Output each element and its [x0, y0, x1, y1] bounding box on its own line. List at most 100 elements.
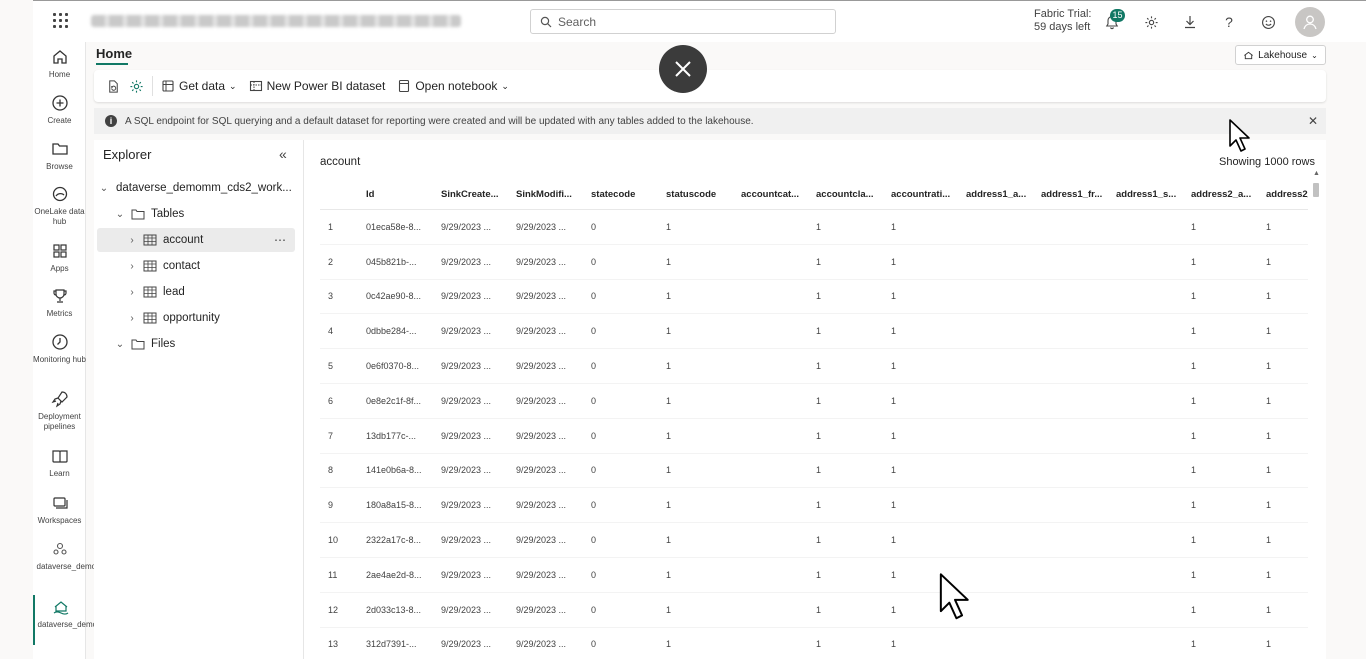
table-cell: 1: [666, 361, 672, 372]
chevron-right-icon[interactable]: ›: [125, 235, 139, 246]
tree-item-table-account[interactable]: › account ⋯: [97, 228, 295, 252]
rail-item-browse[interactable]: Browse: [33, 139, 86, 172]
open-notebook-button[interactable]: Open notebook ⌄: [393, 74, 513, 98]
rail-item-learn[interactable]: Learn: [33, 446, 86, 479]
app-launcher-icon[interactable]: [53, 13, 69, 29]
tree-item-files[interactable]: ⌄ Files: [97, 332, 295, 356]
scroll-thumb[interactable]: [1313, 183, 1319, 197]
rail-item-create[interactable]: Create: [33, 93, 86, 126]
help-icon[interactable]: ?: [1219, 12, 1239, 32]
chevron-right-icon[interactable]: ›: [125, 261, 139, 272]
column-header[interactable]: Id: [366, 180, 436, 209]
column-header[interactable]: [320, 180, 360, 209]
table-row[interactable]: 5 0e6f0370-8... 9/29/2023 ... 9/29/2023 ...…: [320, 349, 1308, 384]
scroll-up-arrow-icon[interactable]: ▲: [1313, 170, 1320, 177]
column-header[interactable]: accountcat...: [741, 180, 811, 209]
table-cell: [1041, 245, 1111, 279]
avatar[interactable]: [1295, 7, 1325, 37]
home-icon: [52, 50, 67, 64]
settings-button[interactable]: [125, 74, 148, 98]
close-icon[interactable]: ✕: [1308, 114, 1318, 128]
column-header[interactable]: SinkCreate...: [441, 180, 511, 209]
table-row[interactable]: 8 141e0b6a-8... 9/29/2023 ... 9/29/2023 ...…: [320, 454, 1308, 489]
chevron-down-icon[interactable]: ⌄: [113, 339, 127, 350]
table-row[interactable]: 3 0c42ae90-8... 9/29/2023 ... 9/29/2023 ...…: [320, 280, 1308, 315]
table-cell: [1116, 593, 1186, 627]
table-row[interactable]: 9 180a8a15-8... 9/29/2023 ... 9/29/2023 ...…: [320, 488, 1308, 524]
chevron-down-icon[interactable]: ⌄: [97, 183, 111, 194]
table-cell: 1: [891, 535, 897, 546]
gear-icon[interactable]: [1141, 12, 1161, 32]
tree-item-lakehouse-root[interactable]: ⌄ dataverse_demomm_cds2_work...: [97, 176, 295, 200]
lakehouse-app: Search Fabric Trial: 59 days left 15 ? H…: [0, 0, 1366, 659]
tree-item-table-contact[interactable]: › contact: [97, 254, 295, 278]
trial-status[interactable]: Fabric Trial: 59 days left: [1034, 8, 1091, 34]
column-header[interactable]: statecode: [591, 180, 661, 209]
table-row[interactable]: 10 2322a17c-8... 9/29/2023 ... 9/29/2023 ..…: [320, 523, 1308, 558]
close-overlay-button[interactable]: [659, 45, 707, 93]
row-number: 3: [328, 291, 334, 302]
rail-item-onelake[interactable]: OneLake data hub: [33, 184, 86, 227]
table-row[interactable]: 6 0e8e2c1f-8f... 9/29/2023 ... 9/29/2023 ..…: [320, 384, 1308, 419]
column-header[interactable]: address2_: [1266, 180, 1308, 209]
table-row[interactable]: 7 13db177c-... 9/29/2023 ... 9/29/2023 ... 0…: [320, 419, 1308, 454]
chevron-right-icon[interactable]: ›: [125, 313, 139, 324]
column-header[interactable]: accountcla...: [816, 180, 886, 209]
table-cell: 1: [816, 604, 822, 615]
rail-label: OneLake data hub: [34, 207, 85, 226]
chevron-down-icon[interactable]: ⌄: [113, 209, 127, 220]
rail-item-workspace[interactable]: dataverse_demomm_c...: [33, 539, 125, 572]
table-cell: 1: [816, 361, 822, 372]
table-cell: 1: [666, 395, 672, 406]
collapse-pane-icon[interactable]: «: [279, 146, 287, 162]
mouse-cursor-icon: [939, 573, 969, 620]
table-cell: 1: [1191, 361, 1197, 372]
column-header[interactable]: address1_s...: [1116, 180, 1186, 209]
chevron-right-icon[interactable]: ›: [125, 287, 139, 298]
table-cell: [741, 419, 811, 453]
column-header[interactable]: SinkModifi...: [516, 180, 586, 209]
rail-item-home[interactable]: Home: [33, 47, 86, 80]
vertical-scrollbar[interactable]: ▲: [1312, 170, 1320, 659]
rail-item-metrics[interactable]: Metrics: [33, 286, 86, 319]
table-row[interactable]: 12 2d033c13-8... 9/29/2023 ... 9/29/2023 ..…: [320, 593, 1308, 628]
feedback-smiley-icon[interactable]: [1258, 12, 1278, 32]
apps-icon: [52, 244, 67, 258]
table-cell: 1: [1266, 639, 1272, 650]
table-row[interactable]: 1 01eca58e-8... 9/29/2023 ... 9/29/2023 ...…: [320, 210, 1308, 245]
document-refresh-icon: [109, 79, 118, 93]
rail-item-workspaces[interactable]: Workspaces: [33, 493, 86, 526]
column-header[interactable]: address2_a...: [1191, 180, 1261, 209]
column-header[interactable]: address1_a...: [966, 180, 1036, 209]
column-header[interactable]: accountrati...: [891, 180, 961, 209]
more-options-icon[interactable]: ⋯: [274, 233, 287, 247]
download-icon[interactable]: [1180, 12, 1200, 32]
rail-item-apps[interactable]: Apps: [33, 241, 86, 274]
tree-item-table-opportunity[interactable]: › opportunity: [97, 306, 295, 330]
table-cell: 1: [1266, 430, 1272, 441]
rail-item-deployment[interactable]: Deployment pipelines: [33, 389, 86, 432]
row-number: 9: [328, 500, 334, 511]
table-cell: 0c42ae90-8...: [366, 291, 422, 302]
table-cell: [1116, 280, 1186, 314]
table-row[interactable]: 11 2ae4ae2d-8... 9/29/2023 ... 9/29/2023 ..…: [320, 558, 1308, 593]
table-row[interactable]: 13 312d7391-... 9/29/2023 ... 9/29/2023 ...…: [320, 628, 1308, 659]
table-cell: 9/29/2023 ...: [441, 361, 492, 372]
get-data-button[interactable]: Get data ⌄: [157, 74, 241, 98]
tab-home[interactable]: Home: [96, 46, 132, 61]
table-row[interactable]: 2 045b821b-... 9/29/2023 ... 9/29/2023 ... 0…: [320, 245, 1308, 280]
table-cell: 9/29/2023 ...: [441, 395, 492, 406]
mouse-cursor-icon: [1229, 119, 1250, 152]
rail-item-monitoring[interactable]: Monitoring hub: [33, 332, 86, 365]
column-header[interactable]: address1_fr...: [1041, 180, 1111, 209]
new-dataset-button[interactable]: New Power BI dataset: [245, 74, 390, 98]
search-input[interactable]: Search: [530, 9, 836, 34]
refresh-button[interactable]: [102, 74, 125, 98]
lakehouse-mode-dropdown[interactable]: Lakehouse ⌄: [1235, 45, 1326, 65]
rail-item-lakehouse[interactable]: dataverse_demomm_c...: [33, 595, 126, 645]
table-row[interactable]: 4 0dbbe284-... 9/29/2023 ... 9/29/2023 ... 0…: [320, 314, 1308, 350]
column-header[interactable]: statuscode: [666, 180, 736, 209]
tree-item-table-lead[interactable]: › lead: [97, 280, 295, 304]
row-number: 4: [328, 326, 334, 337]
tree-item-tables[interactable]: ⌄ Tables: [97, 202, 295, 226]
